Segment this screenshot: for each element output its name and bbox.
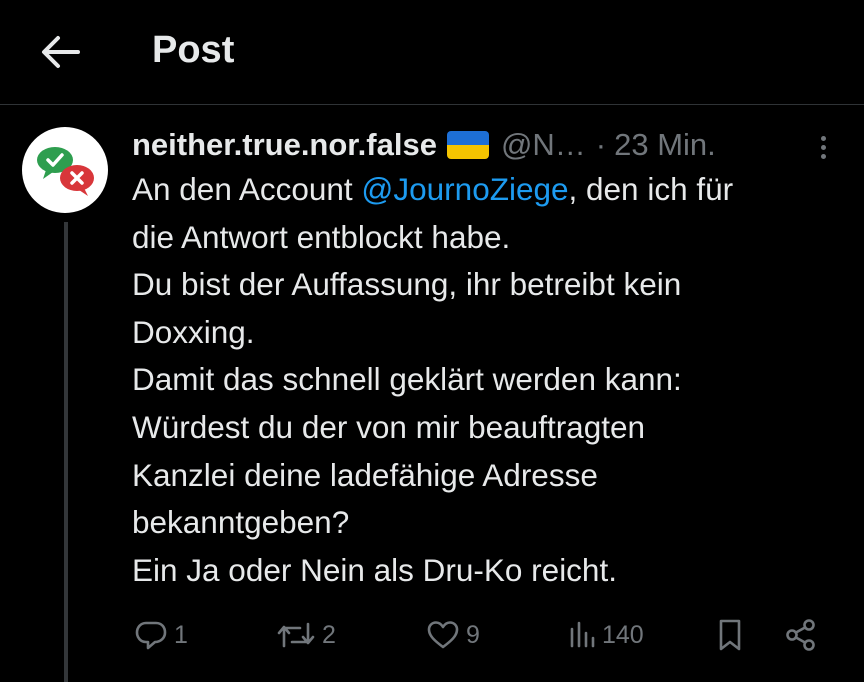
heart-icon — [427, 621, 459, 649]
speech-bubbles-check-x-icon — [37, 147, 94, 196]
post-text-line: Du bist der Auffassung, ihr betreibt kei… — [132, 266, 682, 303]
ukraine-flag-icon — [446, 131, 489, 159]
post-text-line: die Antwort entblockt habe. — [132, 218, 511, 255]
bar-chart-icon — [570, 621, 595, 648]
repost-icon — [277, 622, 315, 648]
thread-line — [64, 222, 68, 682]
post-text-line: Doxxing. — [132, 313, 255, 350]
more-options-button[interactable] — [808, 130, 838, 164]
post-time[interactable]: 23 Min. — [614, 127, 716, 163]
more-vertical-icon — [820, 135, 826, 141]
post-text-line: bekanntgeben? — [132, 504, 350, 541]
reply-button[interactable]: 1 — [134, 612, 188, 658]
header-divider — [0, 104, 864, 105]
share-button[interactable] — [784, 612, 818, 658]
view-count: 140 — [602, 620, 644, 649]
mention-link[interactable]: @JournoZiege — [361, 171, 568, 207]
bookmark-button[interactable] — [716, 612, 744, 658]
like-count: 9 — [466, 620, 480, 649]
page-title: Post — [152, 29, 235, 71]
views-button[interactable]: 140 — [568, 612, 644, 658]
repost-button[interactable]: 2 — [276, 612, 336, 658]
top-bar: Post — [0, 0, 864, 104]
post-text-line: An den Account @JournoZiege, den ich für — [132, 171, 734, 207]
like-button[interactable]: 9 — [426, 612, 480, 658]
action-bar: 1 2 9 140 — [132, 612, 832, 658]
repost-count: 2 — [322, 620, 336, 649]
user-handle[interactable]: @N… — [501, 127, 586, 163]
avatar[interactable] — [22, 127, 108, 213]
reply-icon — [135, 621, 167, 650]
bookmark-icon — [719, 619, 741, 651]
post-text-line: Würdest du der von mir beauftragten — [132, 408, 646, 445]
post-text: An den Account @JournoZiege, den ich für… — [132, 166, 842, 594]
post-text-line: Damit das schnell geklärt werden kann: — [132, 361, 682, 398]
arrow-left-icon — [42, 36, 80, 68]
post-text-line: Ein Ja oder Nein als Dru-Ko reicht. — [132, 551, 617, 588]
meta-separator: · — [595, 127, 607, 162]
display-name[interactable]: neither.true.nor.false — [132, 127, 437, 163]
back-button[interactable] — [34, 28, 86, 76]
reply-count: 1 — [174, 620, 188, 649]
post-text-line: Kanzlei deine ladefähige Adresse — [132, 456, 598, 493]
post-meta: neither.true.nor.false @N… · 23 Min. — [132, 124, 842, 166]
share-icon — [786, 619, 815, 651]
